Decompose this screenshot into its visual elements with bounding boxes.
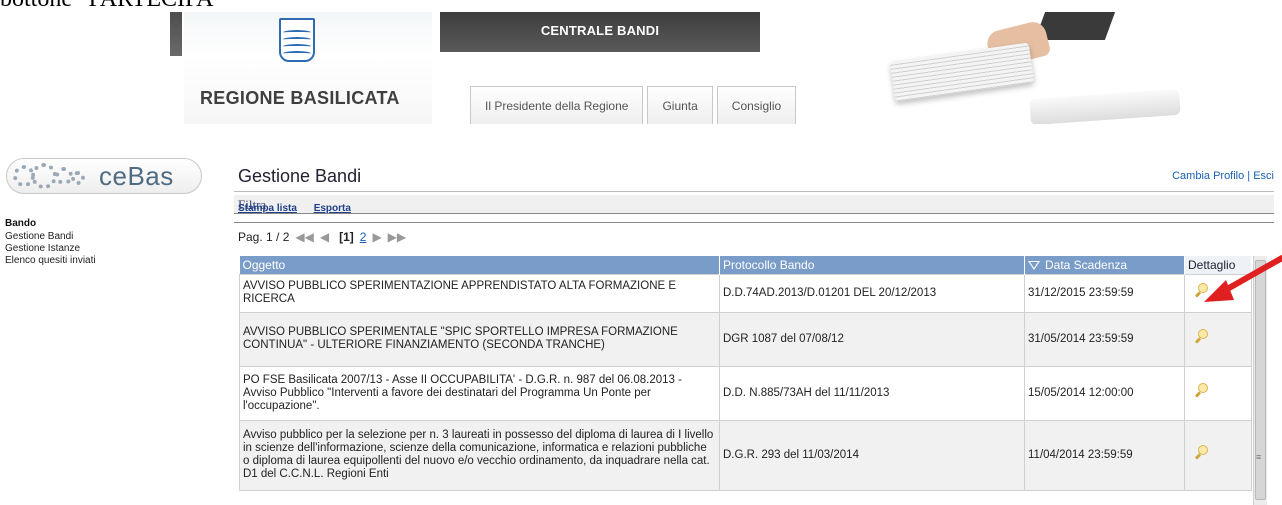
detail-magnifier-icon[interactable] xyxy=(1194,329,1210,345)
cebas-logo[interactable]: ceBas xyxy=(6,158,202,194)
cell-dettaglio xyxy=(1184,419,1252,491)
sidebar-item-elenco-quesiti[interactable]: Elenco quesiti inviati xyxy=(5,255,96,267)
page-2-link[interactable]: 2 xyxy=(360,230,367,244)
cell-scadenza: 31/12/2015 23:59:59 xyxy=(1024,273,1185,313)
pager: Pag. 1 / 2 ◀◀ ◀ [1] 2 ▶ ▶▶ xyxy=(238,230,406,244)
current-page: [1] xyxy=(339,230,354,244)
prev-page-icon[interactable]: ◀ xyxy=(320,230,329,244)
cell-scadenza: 15/05/2014 12:00:00 xyxy=(1024,365,1185,421)
page-title: Gestione Bandi xyxy=(238,166,362,186)
cell-dettaglio xyxy=(1184,311,1252,367)
detail-magnifier-icon[interactable] xyxy=(1194,383,1210,399)
gears-icon xyxy=(13,163,93,189)
header-banner: REGIONE BASILICATA CENTRALE BANDI Il Pre… xyxy=(170,12,1188,126)
tab-consiglio[interactable]: Consiglio xyxy=(716,86,797,124)
cell-dettaglio xyxy=(1184,365,1252,421)
cell-oggetto: Avviso pubblico per la selezione per n. … xyxy=(239,419,720,491)
scrollbar-thumb[interactable] xyxy=(1255,260,1266,500)
cebas-logo-text: ceBas xyxy=(99,161,174,191)
cell-oggetto: AVVISO PUBBLICO SPERIMENTAZIONE APPRENDI… xyxy=(239,273,720,313)
cell-protocollo: D.D. N.885/73AH del 11/11/2013 xyxy=(719,365,1025,421)
detail-magnifier-icon[interactable] xyxy=(1194,445,1210,461)
filter-bar[interactable]: Filtra xyxy=(234,195,1274,214)
header-tabs: Il Presidente della Regione Giunta Consi… xyxy=(470,86,800,124)
column-header-data-scadenza[interactable]: Data Scadenza xyxy=(1024,256,1185,274)
title-divider xyxy=(234,191,1274,192)
column-header-oggetto[interactable]: Oggetto xyxy=(239,256,720,274)
table-row: PO FSE Basilicata 2007/13 - Asse II OCCU… xyxy=(239,365,1252,421)
table-row: AVVISO PUBBLICO SPERIMENTALE "SPIC SPORT… xyxy=(239,311,1252,367)
cell-scadenza: 11/04/2014 23:59:59 xyxy=(1024,419,1185,491)
detail-magnifier-icon[interactable] xyxy=(1194,283,1210,299)
cell-oggetto: AVVISO PUBBLICO SPERIMENTALE "SPIC SPORT… xyxy=(239,311,720,367)
cell-oggetto: PO FSE Basilicata 2007/13 - Asse II OCCU… xyxy=(239,365,720,421)
list-actions: Stampa lista Esporta xyxy=(238,203,365,214)
pager-label: Pag. 1 / 2 xyxy=(238,230,290,244)
first-page-icon[interactable]: ◀◀ xyxy=(295,230,313,244)
scrollbar-grip-icon: ≡ xyxy=(1256,452,1262,462)
next-page-icon[interactable]: ▶ xyxy=(372,230,381,244)
region-emblem-icon xyxy=(279,18,315,62)
table-row: Avviso pubblico per la selezione per n. … xyxy=(239,419,1252,491)
sidebar-menu: Bando Gestione Bandi Gestione Istanze El… xyxy=(5,218,96,267)
banner-title: CENTRALE BANDI xyxy=(540,23,660,38)
region-logo-panel[interactable]: REGIONE BASILICATA xyxy=(184,12,432,124)
cell-dettaglio xyxy=(1184,273,1252,313)
cell-protocollo: D.G.R. 293 del 11/03/2014 xyxy=(719,419,1025,491)
sidebar-section-bando: Bando xyxy=(5,218,37,229)
profile-links[interactable]: Cambia Profilo | Esci xyxy=(1172,170,1274,182)
tab-giunta[interactable]: Giunta xyxy=(647,86,713,124)
actions-divider xyxy=(234,222,1274,223)
region-name: REGIONE BASILICATA xyxy=(200,88,400,108)
sidebar-item-gestione-istanze[interactable]: Gestione Istanze xyxy=(5,243,96,255)
sort-desc-icon xyxy=(1028,260,1040,270)
cell-protocollo: DGR 1087 del 07/08/12 xyxy=(719,311,1025,367)
tab-presidente[interactable]: Il Presidente della Regione xyxy=(470,86,644,124)
sidebar-item-gestione-bandi[interactable]: Gestione Bandi xyxy=(5,231,96,243)
table-header-row: Oggetto Protocollo Bando Data Scadenza D… xyxy=(239,256,1252,274)
banner-left-bar xyxy=(170,12,182,56)
table-scrollbar[interactable]: ≡ xyxy=(1253,256,1267,505)
column-header-dettaglio: Dettaglio xyxy=(1184,256,1252,274)
hand-with-documents-image xyxy=(870,12,1190,124)
bandi-table: Oggetto Protocollo Bando Data Scadenza D… xyxy=(239,256,1252,491)
print-list-link[interactable]: Stampa lista xyxy=(238,203,297,214)
export-link[interactable]: Esporta xyxy=(314,203,351,214)
last-page-icon[interactable]: ▶▶ xyxy=(388,230,406,244)
cell-scadenza: 31/05/2014 23:59:59 xyxy=(1024,311,1185,367)
table-row: AVVISO PUBBLICO SPERIMENTAZIONE APPRENDI… xyxy=(239,273,1252,313)
cell-protocollo: D.D.74AD.2013/D.01201 DEL 20/12/2013 xyxy=(719,273,1025,313)
column-header-protocollo[interactable]: Protocollo Bando xyxy=(719,256,1025,274)
column-header-data-scadenza-label: Data Scadenza xyxy=(1045,257,1128,272)
